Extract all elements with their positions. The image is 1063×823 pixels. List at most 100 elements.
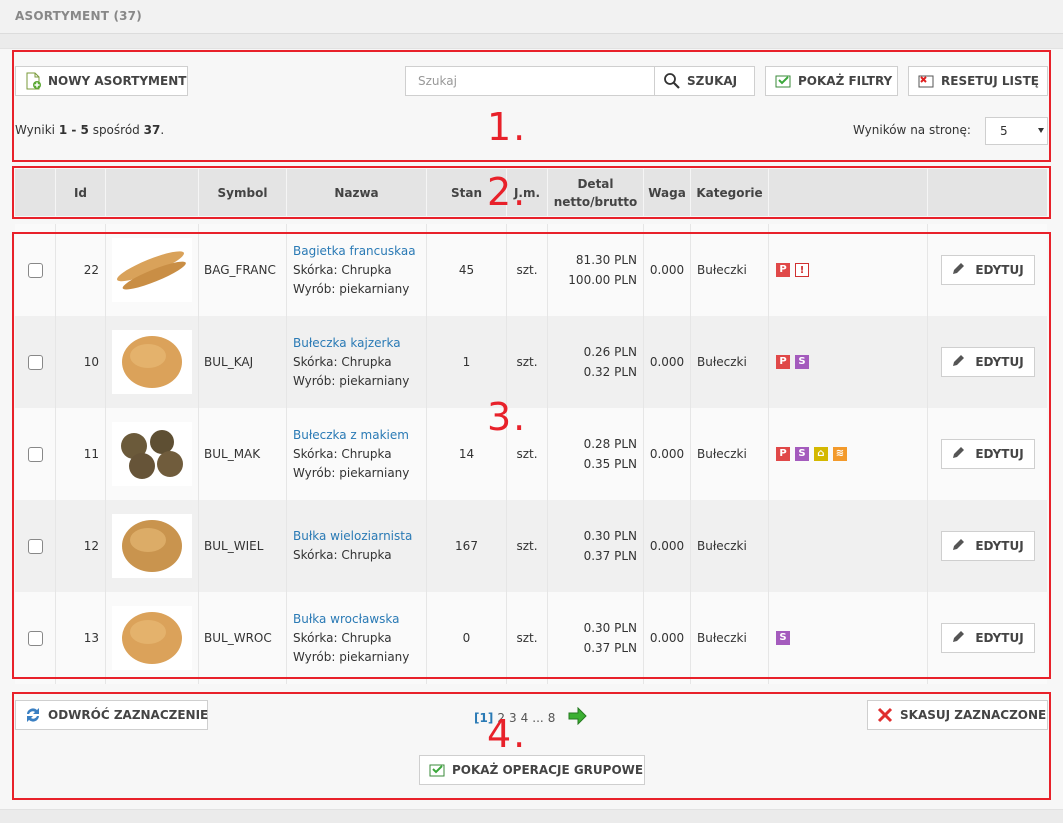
product-image[interactable]	[112, 238, 192, 302]
results-summary: Wyniki 1 - 5 spośród 37.	[15, 123, 165, 137]
delete-selected-label: SKASUJ ZAZNACZONE	[900, 708, 1047, 722]
edit-button[interactable]: EDYTUJ	[940, 439, 1035, 469]
flags-cell	[769, 500, 928, 592]
product-name-link[interactable]: Bułeczka kajzerka	[293, 334, 401, 353]
flags-cell: PS	[769, 316, 928, 408]
promo-badge: P	[776, 447, 790, 461]
row-checkbox[interactable]	[27, 630, 43, 646]
symbol-cell: BAG_FRANC	[199, 224, 287, 316]
net-price: 0.26 PLN	[583, 345, 637, 359]
image-cell	[106, 316, 199, 408]
flags-cell: S	[769, 592, 928, 684]
delete-selected-button[interactable]: SKASUJ ZAZNACZONE	[867, 700, 1048, 730]
table-row: 13 BUL_WROC Bułka wrocławska Skórka: Chrupk…	[15, 592, 1047, 684]
product-attr-1: Skórka: Chrupka	[293, 630, 392, 645]
unit-cell: szt.	[507, 500, 548, 592]
name-cell: Bułeczka z makiem Skórka: Chrupka Wyrób: p…	[287, 408, 427, 500]
header-symbol[interactable]: Symbol	[199, 169, 287, 216]
page-link-last[interactable]: 8	[548, 711, 556, 725]
pencil-icon	[951, 630, 965, 647]
edit-button[interactable]: EDYTUJ	[940, 623, 1035, 653]
row-checkbox[interactable]	[27, 262, 43, 278]
annotation-number-3: 3.	[487, 395, 528, 439]
product-name-link[interactable]: Bułka wieloziarnista	[293, 527, 412, 546]
edit-label: EDYTUJ	[975, 355, 1024, 369]
annotation-number-1: 1.	[487, 105, 528, 149]
header-weight[interactable]: Waga	[644, 169, 691, 216]
symbol-cell: BUL_KAJ	[199, 316, 287, 408]
flags-cell: P S ⌂ ≋	[769, 408, 928, 500]
per-page-label: Wyników na stronę:	[853, 123, 971, 137]
edit-label: EDYTUJ	[975, 539, 1024, 553]
reset-list-button[interactable]: RESETUJ LISTĘ	[908, 66, 1048, 96]
new-document-icon	[24, 72, 42, 90]
header-actions-col	[928, 169, 1047, 216]
reset-list-label: RESETUJ LISTĘ	[941, 74, 1039, 88]
price-cell: 0.30 PLN 0.37 PLN	[548, 592, 644, 684]
header-flags-col	[769, 169, 928, 216]
header-checkbox-col	[15, 169, 56, 216]
actions-cell: EDYTUJ	[928, 592, 1047, 684]
row-checkbox[interactable]	[27, 354, 43, 370]
gross-price: 0.37 PLN	[583, 549, 637, 563]
delete-x-icon	[876, 706, 894, 724]
image-cell	[106, 500, 199, 592]
search-button[interactable]: SZUKAJ	[655, 66, 755, 96]
edit-label: EDYTUJ	[975, 263, 1024, 277]
product-name-link[interactable]: Bułka wrocławska	[293, 610, 400, 629]
header-price[interactable]: Detal netto/brutto	[548, 169, 644, 216]
product-image[interactable]	[112, 514, 192, 578]
weight-cell: 0.000	[644, 316, 691, 408]
header-id[interactable]: Id	[56, 169, 106, 216]
symbol-cell: BUL_WIEL	[199, 500, 287, 592]
row-checkbox[interactable]	[27, 446, 43, 462]
weight-cell: 0.000	[644, 592, 691, 684]
edit-button[interactable]: EDYTUJ	[940, 347, 1035, 377]
product-name-link[interactable]: Bagietka francuskaa	[293, 242, 416, 261]
symbol-cell: BUL_WROC	[199, 592, 287, 684]
unit-cell: szt.	[507, 224, 548, 316]
gross-price: 0.32 PLN	[583, 365, 637, 379]
product-image[interactable]	[112, 330, 192, 394]
new-item-button[interactable]: NOWY ASORTYMENT	[15, 66, 188, 96]
filter-icon	[774, 72, 792, 90]
row-select-cell	[15, 316, 56, 408]
header-categories[interactable]: Kategorie	[691, 169, 769, 216]
product-attr-2: Wyrób: piekarniany	[293, 373, 410, 388]
product-image[interactable]	[112, 422, 192, 486]
next-page-arrow-icon[interactable]	[567, 706, 588, 728]
chevron-down-icon	[1038, 128, 1044, 133]
per-page-select[interactable]: 5	[985, 117, 1048, 145]
product-attr-1: Skórka: Chrupka	[293, 446, 392, 461]
row-checkbox[interactable]	[27, 538, 43, 554]
weight-cell: 0.000	[644, 224, 691, 316]
invert-selection-button[interactable]: ODWRÓĆ ZAZNACZENIE	[15, 700, 208, 730]
table-row: 22 BAG_FRANC Bagietka francuskaa Skórka: Ch…	[15, 224, 1047, 316]
stock-cell: 167	[427, 500, 507, 592]
product-image[interactable]	[112, 606, 192, 670]
id-cell: 13	[56, 592, 106, 684]
image-cell	[106, 408, 199, 500]
net-price: 0.30 PLN	[583, 621, 637, 635]
weight-cell: 0.000	[644, 500, 691, 592]
product-attr-1: Skórka: Chrupka	[293, 354, 392, 369]
edit-button[interactable]: EDYTUJ	[940, 255, 1035, 285]
product-name-link[interactable]: Bułeczka z makiem	[293, 426, 409, 445]
id-cell: 10	[56, 316, 106, 408]
header-name[interactable]: Nazwa	[287, 169, 427, 216]
show-filters-button[interactable]: POKAŻ FILTRY	[765, 66, 898, 96]
promo-badge: P	[776, 355, 790, 369]
new-item-label: NOWY ASORTYMENT	[48, 74, 187, 88]
price-cell: 81.30 PLN 100.00 PLN	[548, 224, 644, 316]
edit-label: EDYTUJ	[975, 631, 1024, 645]
id-cell: 11	[56, 408, 106, 500]
invert-selection-label: ODWRÓĆ ZAZNACZENIE	[48, 708, 209, 722]
pencil-icon	[951, 446, 965, 463]
price-cell: 0.26 PLN 0.32 PLN	[548, 316, 644, 408]
group-operations-button[interactable]: POKAŻ OPERACJE GRUPOWE	[419, 755, 645, 785]
row-select-cell	[15, 408, 56, 500]
search-input[interactable]: Szukaj	[405, 66, 655, 96]
page-header: ASORTYMENT (37)	[0, 0, 1063, 34]
edit-button[interactable]: EDYTUJ	[940, 531, 1035, 561]
actions-cell: EDYTUJ	[928, 224, 1047, 316]
